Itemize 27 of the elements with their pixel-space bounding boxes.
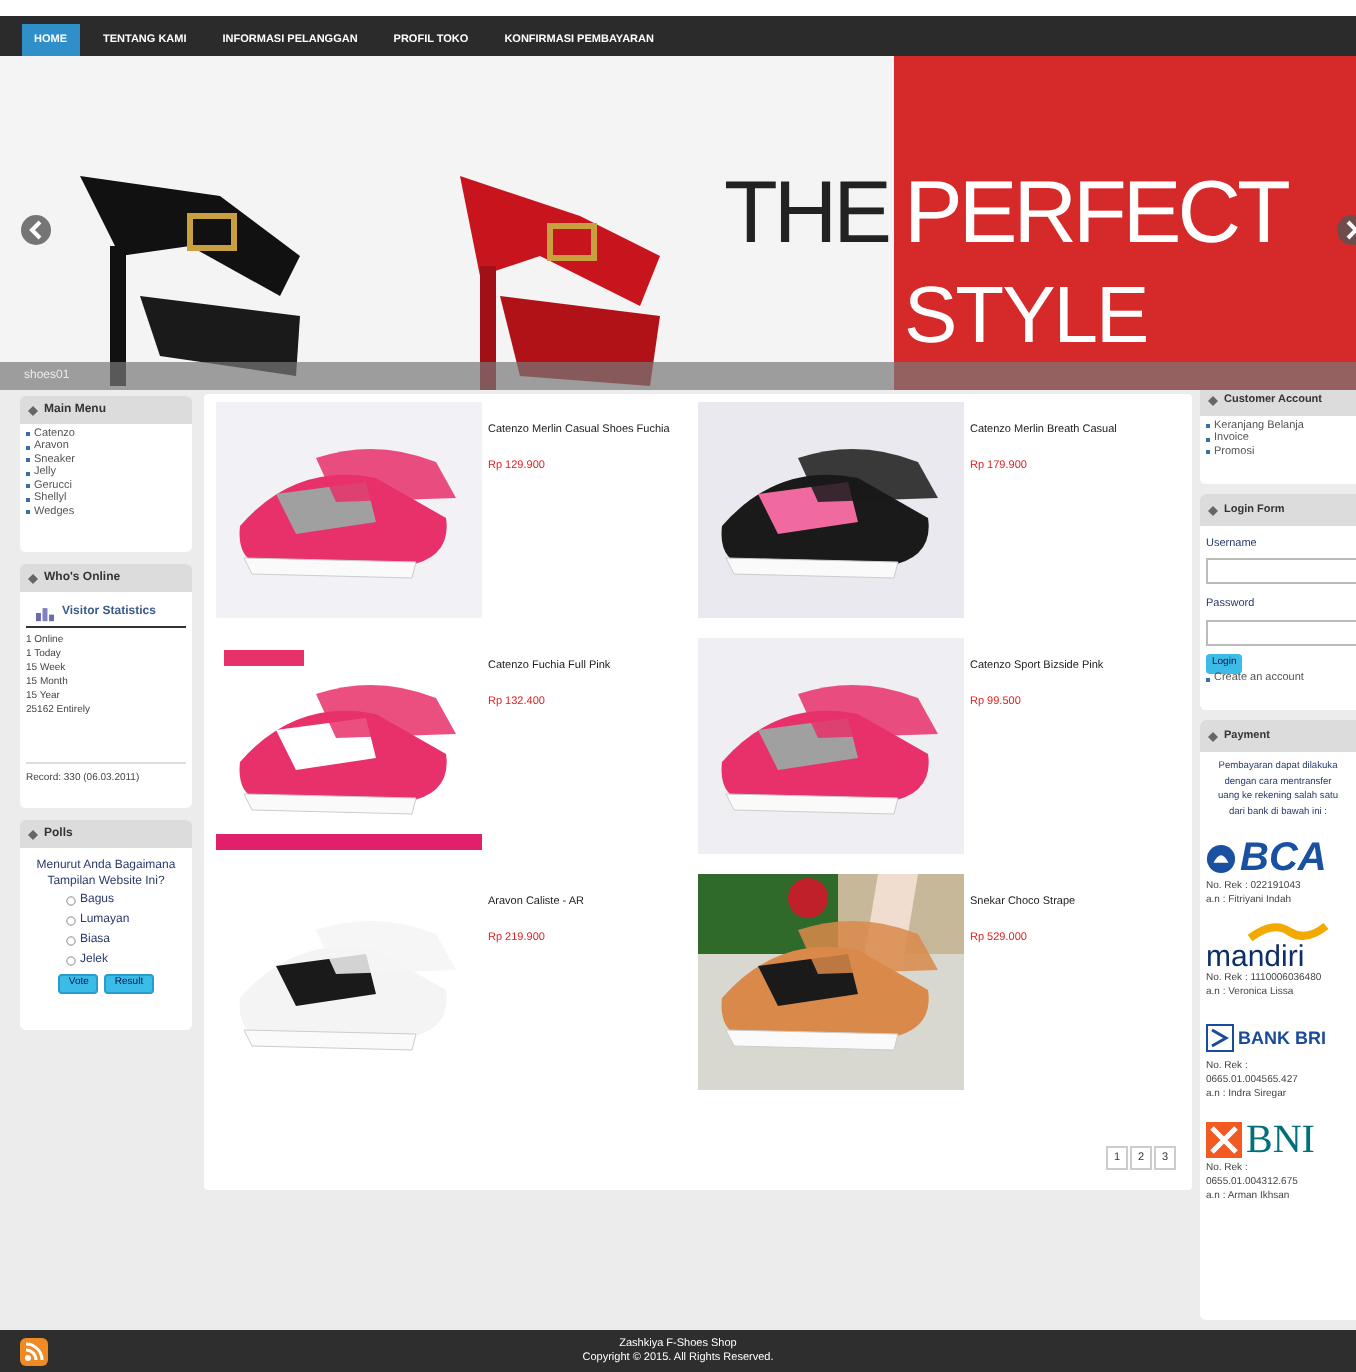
radio-button[interactable] [66, 955, 76, 965]
diamond-icon [28, 573, 38, 583]
bank-emblem-icon [1206, 843, 1236, 873]
username-field[interactable] [1206, 558, 1356, 585]
diamond-icon [1208, 395, 1218, 405]
next-slide-icon[interactable] [1336, 214, 1356, 246]
radio-button[interactable] [66, 895, 76, 905]
radio-button[interactable] [66, 915, 76, 925]
wave-icon [1246, 920, 1330, 942]
diamond-icon [28, 405, 38, 415]
bank-logo-text: BNI [1246, 1120, 1315, 1160]
bank-emblem-icon [1206, 1122, 1242, 1158]
diamond-icon [28, 829, 38, 839]
bank-logo-text: mandiri [1206, 942, 1305, 972]
bar-chart-icon [36, 604, 54, 622]
bank-emblem-icon [1206, 1024, 1234, 1052]
diamond-icon [1208, 731, 1218, 741]
radio-button[interactable] [66, 935, 76, 945]
diamond-icon [1208, 505, 1218, 515]
rss-icon[interactable] [20, 1338, 48, 1366]
bank-logo-text: BANK BRI [1238, 1029, 1326, 1047]
banner-headline: STYLE [904, 276, 1148, 356]
previous-slide-icon[interactable] [20, 214, 52, 246]
password-field[interactable] [1206, 619, 1356, 645]
banner-headline: PERFECT [904, 170, 1287, 258]
bank-logo-text: BCA [1240, 838, 1327, 878]
banner-headline: THE [724, 170, 888, 258]
